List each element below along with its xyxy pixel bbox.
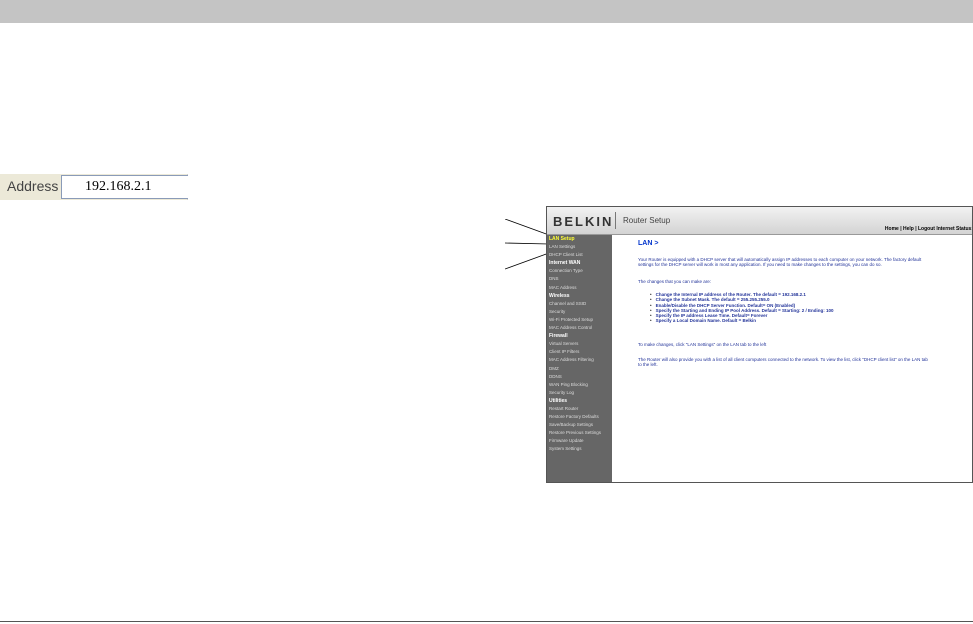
- sidebar-item[interactable]: LAN Settings: [547, 243, 612, 251]
- sidebar-item[interactable]: Connection Type: [547, 267, 612, 275]
- sidebar-item[interactable]: DDNS: [547, 373, 612, 381]
- sidebar-item[interactable]: Channel and SSID: [547, 300, 612, 308]
- sidebar-item[interactable]: LAN Setup: [547, 235, 612, 243]
- app-title: Router Setup: [623, 216, 671, 225]
- sidebar-item[interactable]: DHCP Client List: [547, 251, 612, 259]
- sidebar-item[interactable]: MAC Address Filtering: [547, 356, 612, 364]
- top-band: [0, 0, 973, 23]
- callout-line-lan-setup: [505, 219, 550, 236]
- bottom-rule: [0, 621, 973, 622]
- router-sidebar: LAN Setup LAN Settings DHCP Client List Int…: [547, 235, 612, 482]
- list-item: Specify a Local Domain Name. Default = B…: [650, 318, 940, 323]
- header-divider: [615, 212, 616, 229]
- sidebar-item[interactable]: DMZ: [547, 365, 612, 373]
- sidebar-item[interactable]: Firewall: [547, 332, 612, 340]
- sidebar-item[interactable]: Firmware Update: [547, 437, 612, 445]
- address-label: Address: [7, 178, 59, 194]
- sidebar-item[interactable]: Wireless: [547, 292, 612, 300]
- belkin-logo: BELKIN: [553, 214, 614, 229]
- make-changes-text: To make changes, click "LAN Settings" on…: [638, 342, 767, 347]
- router-header: BELKIN Router Setup Home | Help | Logout…: [547, 207, 972, 235]
- page: Address 192.168.2.1 BELKIN Router Setup …: [0, 0, 973, 624]
- sidebar-item[interactable]: Utilities: [547, 397, 612, 405]
- intro-text: Your Router is equipped with a DHCP serv…: [638, 257, 922, 268]
- sidebar-item[interactable]: Restore Factory Defaults: [547, 413, 612, 421]
- sidebar-item[interactable]: Wi-Fi Protected Setup: [547, 316, 612, 324]
- top-links[interactable]: Home | Help | Logout Internet Status:: [885, 226, 972, 232]
- sidebar-item[interactable]: DNS: [547, 275, 612, 283]
- sidebar-item[interactable]: System Settings: [547, 445, 612, 453]
- callout-line-dhcp-client-list: [505, 252, 550, 270]
- sidebar-item[interactable]: Restore Previous Settings: [547, 429, 612, 437]
- sidebar-item[interactable]: Restart Router: [547, 405, 612, 413]
- sidebar-item[interactable]: Save/Backup Settings: [547, 421, 612, 429]
- changes-heading: The changes that you can make are:: [638, 279, 712, 284]
- sidebar-item[interactable]: Virtual Servers: [547, 340, 612, 348]
- sidebar-item[interactable]: Security: [547, 308, 612, 316]
- address-bar: Address 192.168.2.1: [0, 174, 188, 200]
- address-input[interactable]: 192.168.2.1: [61, 175, 188, 199]
- sidebar-item[interactable]: Security Log: [547, 389, 612, 397]
- client-list-text: The Router will also provide you with a …: [638, 357, 928, 368]
- router-setup-screenshot: BELKIN Router Setup Home | Help | Logout…: [546, 206, 973, 483]
- sidebar-item[interactable]: MAC Address Control: [547, 324, 612, 332]
- callout-lines: [505, 219, 550, 270]
- content-area: LAN > Your Router is equipped with a DHC…: [612, 235, 972, 482]
- callout-line-lan-settings: [505, 242, 550, 245]
- sidebar-item[interactable]: Client IP Filters: [547, 348, 612, 356]
- page-title: LAN >: [638, 240, 659, 247]
- sidebar-item[interactable]: WAN Ping Blocking: [547, 381, 612, 389]
- changes-list: Change the Internal IP address of the Ro…: [650, 292, 940, 324]
- sidebar-item[interactable]: Internet WAN: [547, 259, 612, 267]
- sidebar-item[interactable]: MAC Address: [547, 284, 612, 292]
